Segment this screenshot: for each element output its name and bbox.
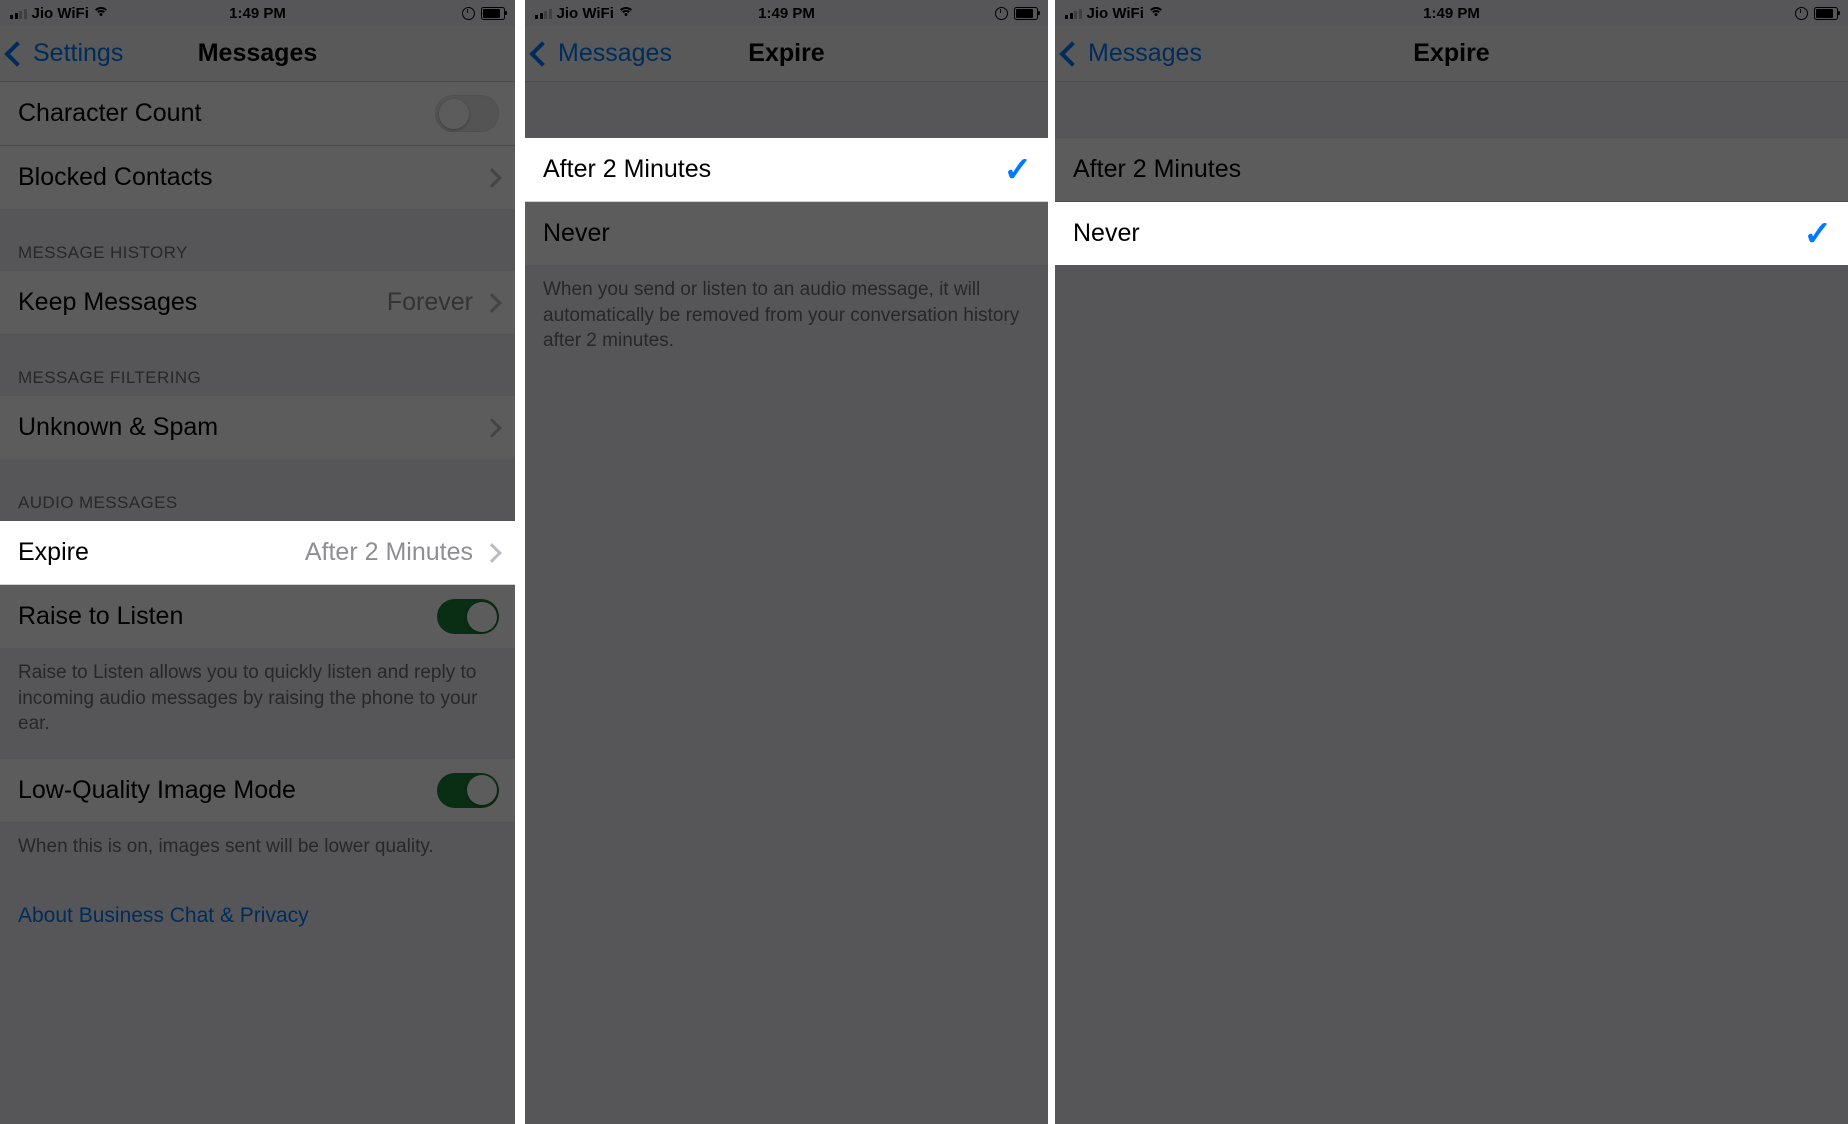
section-header-message-history: MESSAGE HISTORY (0, 243, 515, 271)
status-bar-time: 1:49 PM (1423, 4, 1480, 22)
battery-icon (1014, 6, 1040, 20)
alarm-clock-icon (995, 6, 1008, 20)
row-value: After 2 Minutes (304, 538, 473, 566)
section-header-audio-messages: AUDIO MESSAGES (0, 493, 515, 521)
row-character-count[interactable]: Character Count (0, 82, 515, 146)
option-never[interactable]: Never (525, 202, 1048, 265)
row-expire[interactable]: Expire After 2 Minutes (0, 521, 515, 585)
table-filler (1055, 265, 1848, 1124)
row-label: Low-Quality Image Mode (18, 775, 296, 804)
row-value: Forever (386, 288, 473, 316)
section-gap (0, 209, 515, 243)
row-label: Keep Messages (18, 288, 198, 316)
nav-bar-expire: Messages Expire (525, 26, 1048, 82)
row-blocked-contacts[interactable]: Blocked Contacts (0, 146, 515, 209)
battery-icon (1814, 6, 1840, 20)
page-title: Messages (197, 39, 318, 67)
chevron-right-icon (482, 292, 502, 313)
page-title: Expire (748, 39, 825, 67)
toggle-knob (466, 775, 497, 806)
status-bar: Jio WiFi 1:49 PM (525, 0, 1048, 26)
section-gap (0, 334, 515, 368)
status-bar-time: 1:49 PM (229, 4, 286, 22)
row-unknown-and-spam[interactable]: Unknown & Spam (0, 396, 515, 459)
option-label: After 2 Minutes (1073, 155, 1242, 183)
row-label: Expire (18, 538, 89, 566)
character-count-toggle[interactable] (435, 95, 499, 132)
status-bar-right (1795, 6, 1840, 20)
three-panel-screenshot-comparison: Jio WiFi 1:49 PM Settings Messages Chara… (0, 0, 1848, 1124)
alarm-clock-icon (462, 6, 475, 20)
panel-divider-2 (1048, 0, 1055, 1124)
section-gap (1055, 82, 1848, 138)
checkmark-icon: ✓ (1003, 150, 1033, 189)
low-quality-image-mode-toggle[interactable] (437, 772, 499, 808)
status-bar-right (462, 6, 507, 20)
status-bar: Jio WiFi 1:49 PM (0, 0, 515, 26)
chevron-right-icon (482, 417, 502, 438)
nav-bar-messages: Settings Messages (0, 26, 515, 82)
panel-expire-after-2-minutes: Jio WiFi 1:49 PM Messages Expire After 2… (525, 0, 1048, 1124)
low-quality-note: When this is on, images sent will be low… (0, 821, 515, 882)
row-label: Unknown & Spam (18, 413, 219, 441)
row-label: Character Count (18, 99, 202, 127)
section-gap (525, 82, 1048, 138)
panel-messages-settings: Jio WiFi 1:49 PM Settings Messages Chara… (0, 0, 515, 1124)
option-never[interactable]: Never ✓ (1055, 202, 1848, 265)
option-label: After 2 Minutes (543, 155, 712, 183)
expire-footnote: When you send or listen to an audio mess… (525, 265, 1048, 376)
battery-icon (481, 6, 507, 20)
row-low-quality-image-mode[interactable]: Low-Quality Image Mode (0, 758, 515, 822)
panel-expire-never: Jio WiFi 1:49 PM Messages Expire After 2… (1055, 0, 1848, 1124)
chevron-right-icon (482, 167, 502, 188)
section-gap (0, 459, 515, 493)
option-label: Never (543, 219, 610, 247)
row-label: Raise to Listen (18, 602, 184, 630)
expire-options-table-panel-3: After 2 Minutes Never ✓ (1055, 82, 1848, 265)
alarm-clock-icon (1795, 6, 1808, 20)
status-bar-right (995, 6, 1040, 20)
row-raise-to-listen[interactable]: Raise to Listen (0, 585, 515, 648)
section-header-message-filtering: MESSAGE FILTERING (0, 368, 515, 396)
settings-table-panel-1: Character Count Blocked Contacts MESSAGE… (0, 82, 515, 946)
chevron-right-icon (482, 542, 502, 563)
expire-options-table-panel-2: After 2 Minutes ✓ Never When you send or… (525, 82, 1048, 376)
page-title: Expire (1413, 39, 1490, 67)
row-keep-messages[interactable]: Keep Messages Forever (0, 271, 515, 334)
toggle-knob (466, 601, 497, 632)
row-label: Blocked Contacts (18, 163, 213, 191)
option-label: Never (1073, 219, 1140, 247)
nav-bar-expire: Messages Expire (1055, 26, 1848, 82)
about-business-chat-link[interactable]: About Business Chat & Privacy (0, 881, 515, 946)
checkmark-icon: ✓ (1803, 214, 1833, 253)
raise-to-listen-toggle[interactable] (437, 599, 499, 634)
option-after-2-minutes[interactable]: After 2 Minutes (1055, 138, 1848, 202)
status-bar-time: 1:49 PM (758, 4, 815, 22)
raise-to-listen-note: Raise to Listen allows you to quickly li… (0, 648, 515, 759)
table-filler (525, 375, 1048, 1124)
option-after-2-minutes[interactable]: After 2 Minutes ✓ (525, 138, 1048, 202)
table-filler (0, 945, 515, 1124)
status-bar: Jio WiFi 1:49 PM (1055, 0, 1848, 26)
toggle-knob (438, 98, 469, 129)
panel-divider-1 (515, 0, 525, 1124)
